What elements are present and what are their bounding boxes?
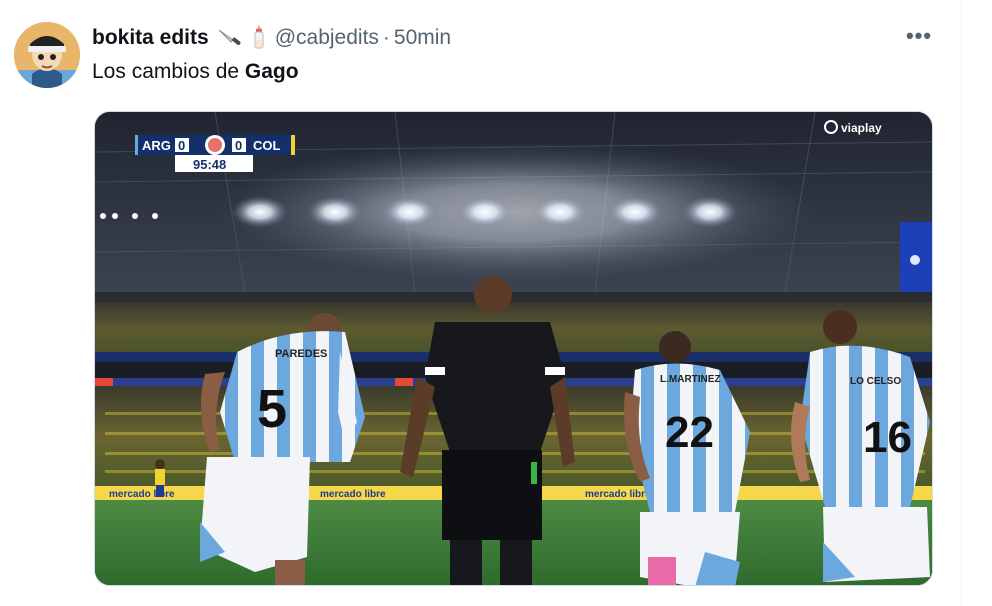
player-martinez: L.MARTINEZ 22 — [624, 331, 750, 585]
away-score: 0 — [235, 138, 242, 153]
football-broadcast-scene: mercado libre mercado libre mercado libr… — [95, 112, 932, 585]
player-number-22: 22 — [665, 408, 714, 457]
author-handle[interactable]: @cabjedits — [275, 26, 379, 50]
avatar-cartoon-icon — [14, 22, 80, 88]
player-name-martinez: L.MARTINEZ — [660, 374, 721, 385]
baby-bottle-emoji-icon — [251, 24, 267, 53]
home-team-label: ARG — [142, 138, 171, 153]
away-team-label: COL — [253, 138, 281, 153]
ad-text-1: mercado libre — [109, 489, 175, 500]
broadcaster-label: viaplay — [841, 121, 882, 135]
tweet-text-prefix: Los cambios de — [92, 60, 245, 83]
author-display-name[interactable]: bokita edits — [92, 26, 209, 50]
player-name-paredes: PAREDES — [275, 348, 327, 360]
colombia-player-figure — [155, 459, 165, 497]
tweet-text-bold: Gago — [244, 60, 299, 83]
tweet-timestamp[interactable]: 50min — [394, 26, 451, 50]
tweet-text: Los cambios de Gago — [92, 60, 299, 84]
home-score: 0 — [178, 138, 185, 153]
player-number-16: 16 — [863, 413, 912, 462]
ad-text-3: mercado libre — [585, 489, 651, 500]
avatar[interactable] — [14, 22, 80, 88]
tweet-header: bokita edits @cabjedits · 50min — [92, 24, 451, 52]
separator-dot: · — [382, 26, 390, 49]
tweet-media-image[interactable]: mercado libre mercado libre mercado libr… — [94, 111, 933, 586]
match-clock: 95:48 — [193, 157, 226, 172]
player-number-5: 5 — [257, 379, 287, 439]
more-options-icon[interactable]: ••• — [905, 25, 933, 48]
timeline-divider — [961, 0, 962, 606]
player-name-lo-celso: LO CELSO — [850, 376, 901, 387]
knife-emoji-icon — [217, 26, 243, 51]
ad-text-2: mercado libre — [320, 489, 386, 500]
